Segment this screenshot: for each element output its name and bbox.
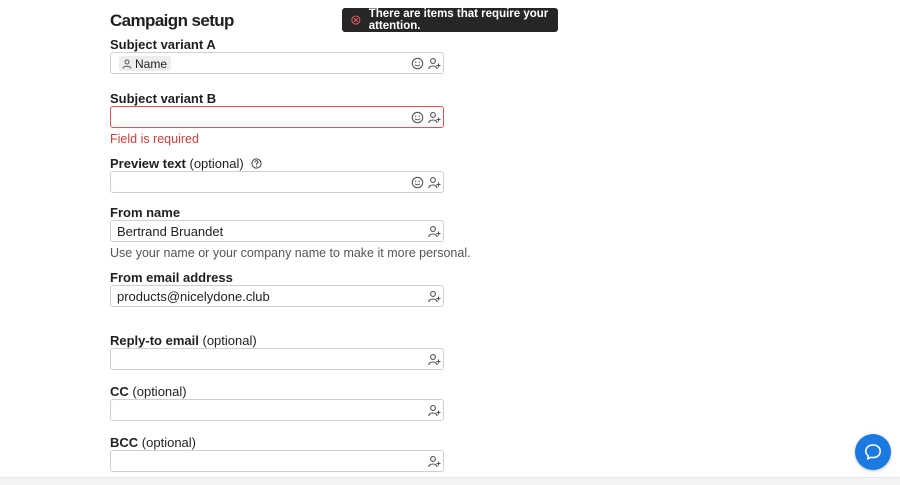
emoji-icon[interactable] [411, 111, 424, 124]
bcc-label: BCC (optional) [110, 435, 196, 450]
from-email-label: From email address [110, 270, 233, 285]
subject-b-error: Field is required [110, 132, 199, 146]
preview-text-label-text: Preview text [110, 156, 186, 171]
reply-to-label-text: Reply-to email [110, 333, 199, 348]
subject-a-input[interactable]: Name [110, 52, 444, 74]
help-chat-button[interactable] [855, 434, 891, 470]
error-toast: There are items that require your attent… [342, 8, 558, 32]
reply-to-label: Reply-to email (optional) [110, 333, 257, 348]
preview-text-label: Preview text (optional) [110, 156, 262, 171]
subject-b-input[interactable] [110, 106, 444, 128]
reply-to-input[interactable] [110, 348, 444, 370]
subject-b-label-text: Subject variant B [110, 91, 217, 106]
page-title: Campaign setup [110, 11, 234, 30]
personalize-icon[interactable] [428, 455, 441, 468]
question-circle-icon[interactable] [251, 158, 262, 169]
from-name-label: From name [110, 205, 180, 220]
subject-a-label: Subject variant A [110, 37, 216, 52]
optional-tag: (optional) [132, 384, 187, 399]
cc-label: CC (optional) [110, 384, 187, 399]
personalize-icon[interactable] [428, 111, 441, 124]
personalize-icon[interactable] [428, 176, 441, 189]
personalize-icon[interactable] [428, 225, 441, 238]
optional-tag: (optional) [202, 333, 257, 348]
from-email-value: products@nicelydone.club [117, 289, 270, 304]
cc-input[interactable] [110, 399, 444, 421]
bcc-label-text: BCC [110, 435, 139, 450]
emoji-icon[interactable] [411, 176, 424, 189]
emoji-icon[interactable] [411, 57, 424, 70]
from-email-input[interactable]: products@nicelydone.club [110, 285, 444, 307]
from-email-label-text: From email address [110, 270, 233, 285]
personalization-chip-name[interactable]: Name [119, 56, 172, 71]
from-name-value: Bertrand Bruandet [117, 224, 224, 239]
bcc-input[interactable] [110, 450, 444, 472]
from-name-input[interactable]: Bertrand Bruandet [110, 220, 444, 242]
error-circle-icon [351, 15, 361, 25]
optional-tag: (optional) [189, 156, 244, 171]
subject-a-label-text: Subject variant A [110, 37, 216, 52]
toast-message: There are items that require your attent… [368, 8, 549, 32]
cc-label-text: CC [110, 384, 129, 399]
personalize-icon[interactable] [428, 404, 441, 417]
optional-tag: (optional) [141, 435, 196, 450]
from-name-label-text: From name [110, 205, 181, 220]
personalize-icon[interactable] [428, 290, 441, 303]
subject-b-label: Subject variant B [110, 91, 216, 106]
person-icon [122, 59, 132, 69]
chip-label: Name [135, 56, 168, 71]
preview-text-input[interactable] [110, 171, 444, 193]
personalize-icon[interactable] [428, 57, 441, 70]
chat-bubble-icon [865, 444, 881, 460]
from-name-helper: Use your name or your company name to ma… [110, 246, 471, 260]
personalize-icon[interactable] [428, 353, 441, 366]
